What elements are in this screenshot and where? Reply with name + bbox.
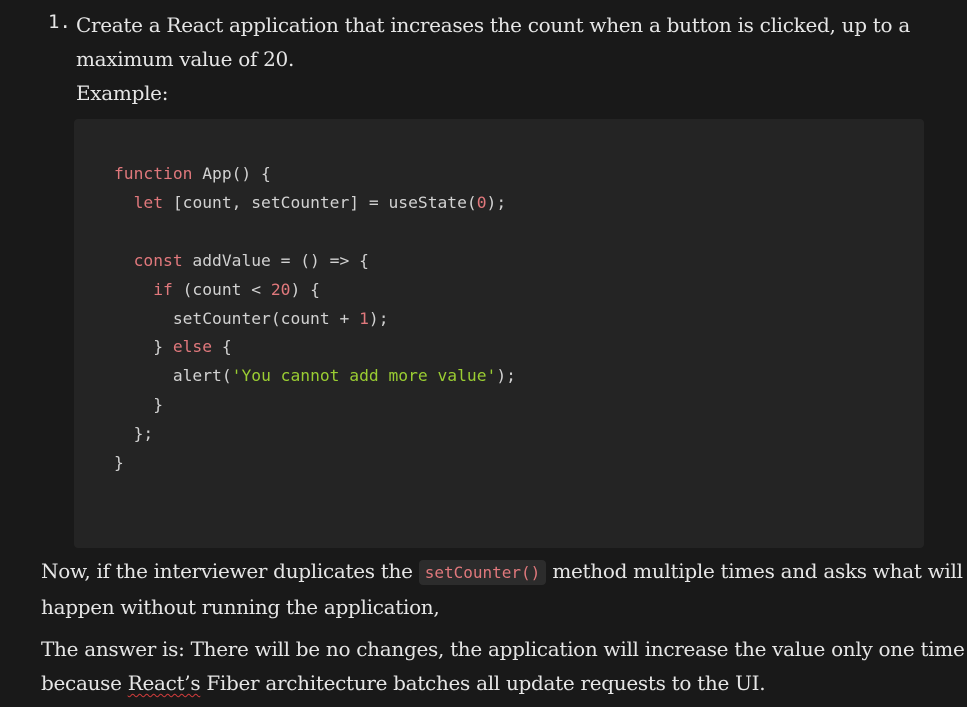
document-page: { "list": { "number": "1.", "line1": "Cr… — [0, 0, 967, 707]
code-line-1: function App() { — [114, 164, 271, 183]
code-line-7: } else { — [153, 337, 231, 356]
code-text: addValue = () => { — [182, 250, 369, 270]
paragraph-line-1: The answer is: There will be no changes,… — [41, 637, 965, 661]
list-number: 1. — [48, 11, 71, 33]
code-line-11: } — [114, 453, 124, 473]
code-line-4: const addValue = () => { — [134, 251, 369, 270]
text: Fiber architecture batches all update re… — [200, 671, 766, 695]
code-text: { — [212, 337, 232, 357]
keyword: else — [172, 337, 213, 357]
code-text: alert( — [172, 366, 232, 386]
code-line-5: if (count < 20) { — [153, 280, 320, 299]
task-line-1: Create a React application that increase… — [76, 13, 910, 37]
keyword: let — [133, 192, 164, 212]
keyword: function — [114, 164, 193, 183]
code-text: (count < — [172, 279, 271, 299]
code-content: function App() { let [count, setCounter]… — [114, 160, 516, 478]
code-line-2: let [count, setCounter] = useState(0); — [134, 193, 507, 212]
text: Now, if the interviewer duplicates the — [41, 559, 419, 583]
string-literal: 'You cannot add more value' — [231, 366, 497, 386]
code-text: setCounter(count + — [172, 308, 360, 328]
text: because — [41, 671, 128, 695]
spellcheck-word[interactable]: React’s — [128, 671, 201, 695]
paragraph-line-2: happen without running the application, — [41, 595, 440, 619]
code-text: App() { — [192, 164, 271, 183]
code-text: } — [153, 337, 173, 357]
paragraph-question: Now, if the interviewer duplicates the s… — [41, 554, 963, 624]
code-text: ); — [368, 308, 389, 328]
text: method multiple times and asks what will — [546, 559, 963, 583]
inline-code[interactable]: setCounter() — [418, 560, 547, 585]
paragraph-line-1: Now, if the interviewer duplicates the s… — [41, 554, 963, 590]
number-literal: 0 — [476, 192, 487, 212]
code-line-8: alert('You cannot add more value'); — [173, 366, 516, 385]
task-line-2: maximum value of 20. — [76, 47, 295, 71]
code-line-9: } — [153, 395, 164, 415]
code-text: ) { — [290, 279, 320, 299]
number-literal: 1 — [359, 308, 369, 328]
code-text: ); — [486, 192, 507, 212]
paragraph-answer: The answer is: There will be no changes,… — [41, 632, 965, 700]
code-text: ); — [496, 366, 516, 386]
list-item-text: Create a React application that increase… — [76, 8, 910, 110]
keyword: const — [133, 250, 183, 270]
paragraph-line-2: because React’s Fiber architecture batch… — [41, 666, 921, 700]
code-line-10: }; — [133, 424, 154, 444]
example-label: Example: — [76, 81, 169, 105]
code-block[interactable]: function App() { let [count, setCounter]… — [74, 119, 924, 548]
number-literal: 20 — [270, 279, 291, 299]
keyword: if — [153, 279, 173, 299]
code-line-6: setCounter(count + 1); — [173, 309, 389, 328]
code-text: [count, setCounter] = useState( — [163, 192, 477, 212]
